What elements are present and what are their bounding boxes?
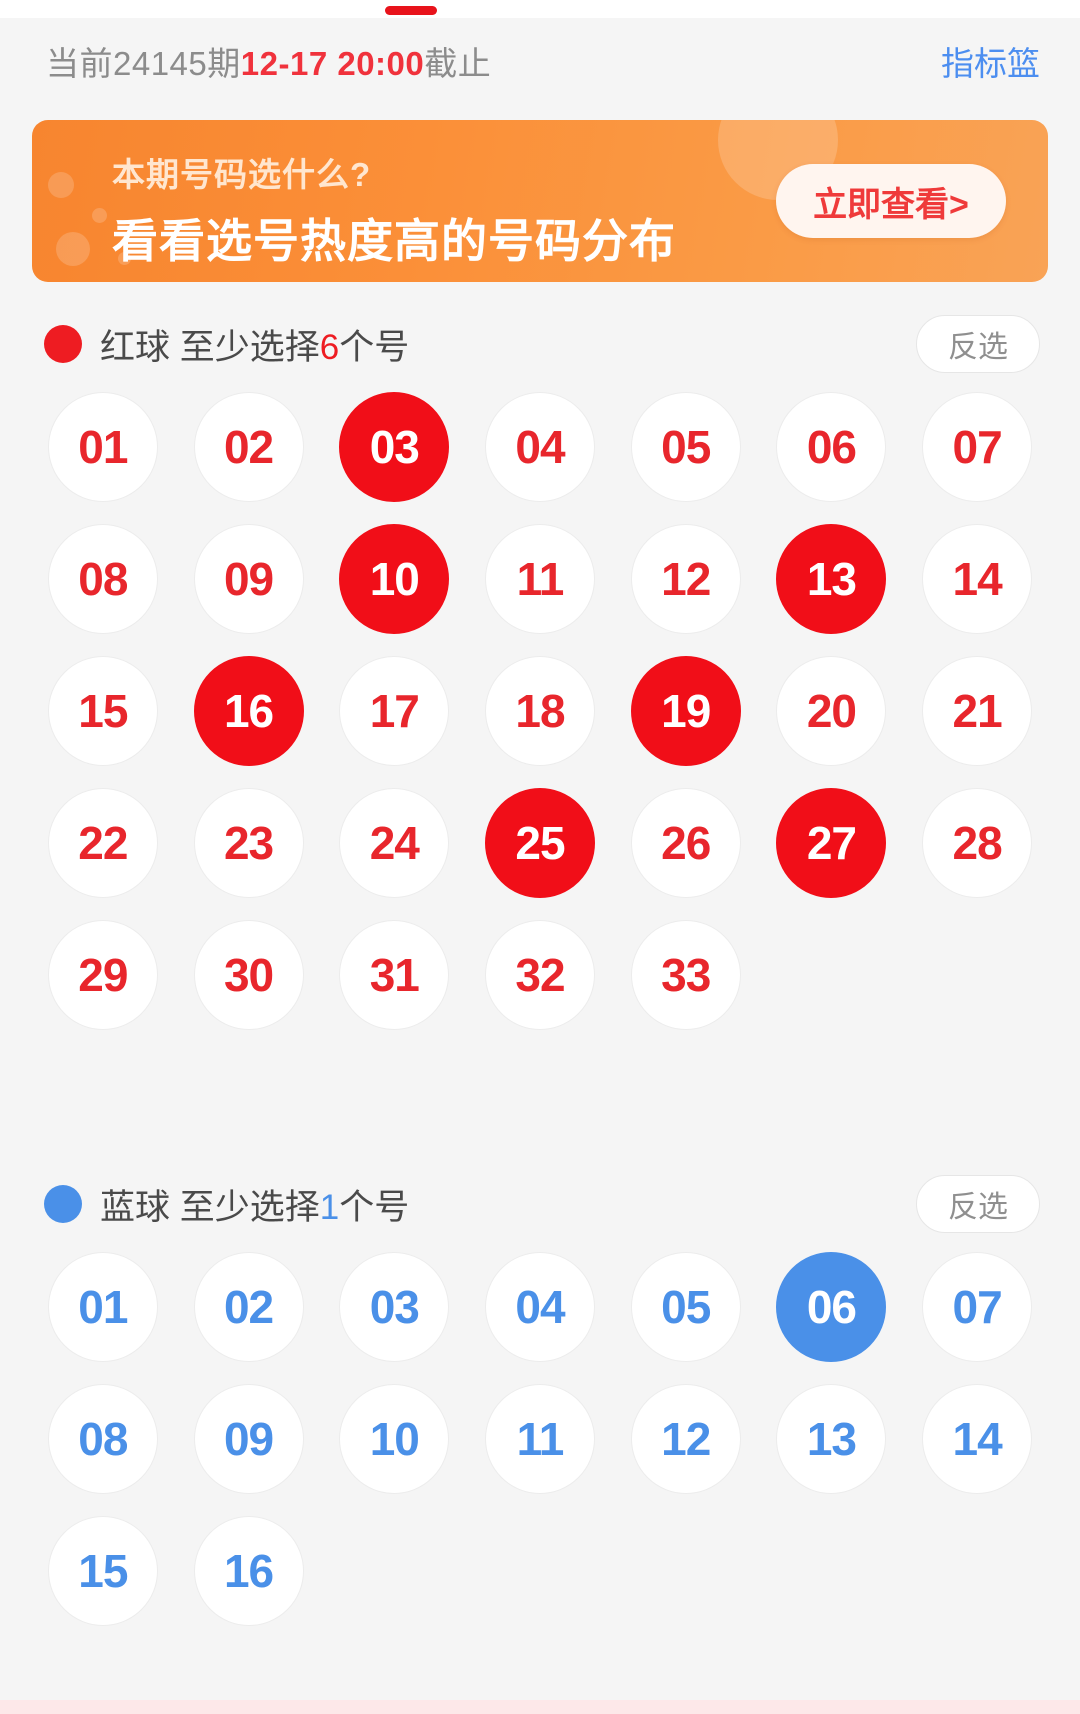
red-invert-label: 反选 [948,331,1008,364]
red-ball-06[interactable]: 06 [776,392,887,502]
red-ball-11[interactable]: 11 [484,524,595,634]
promo-banner-title: 看看选号热度高的号码分布 [112,215,676,267]
blue-title-suffix: 个号 [339,1187,410,1227]
red-ball-12[interactable]: 12 [630,524,741,634]
blue-ball-11[interactable]: 11 [484,1384,595,1494]
red-ball-21[interactable]: 21 [922,656,1033,766]
blue-min-count: 1 [319,1187,340,1227]
blue-ball-09[interactable]: 09 [193,1384,304,1494]
red-ball-23[interactable]: 23 [193,788,304,898]
indicator-basket-link[interactable]: 指标篮 [941,37,1040,85]
red-ball-13[interactable]: 13 [776,524,887,634]
blue-ball-07[interactable]: 07 [922,1252,1033,1362]
period-prefix: 当前24145期 [46,45,241,82]
red-ball-15[interactable]: 15 [47,656,158,766]
red-ball-16[interactable]: 16 [193,656,304,766]
promo-banner-cta-label: 立即查看> [813,185,969,224]
promo-banner-cta-button[interactable]: 立即查看> [776,164,1006,238]
red-title-prefix: 红球 至少选择 [100,327,320,367]
red-title-suffix: 个号 [339,327,410,367]
blue-ball-12[interactable]: 12 [630,1384,741,1494]
blue-ball-04[interactable]: 04 [484,1252,595,1362]
blue-ball-13[interactable]: 13 [776,1384,887,1494]
red-ball-20[interactable]: 20 [776,656,887,766]
red-ball-01[interactable]: 01 [47,392,158,502]
promo-banner[interactable]: 本期号码选什么? 看看选号热度高的号码分布 立即查看> [32,120,1048,282]
red-min-count: 6 [319,327,340,367]
red-ball-32[interactable]: 32 [484,920,595,1030]
bottom-strip [0,1700,1080,1714]
red-invert-selection-button[interactable]: 反选 [916,315,1040,373]
period-suffix: 截止 [424,45,492,82]
red-ball-31[interactable]: 31 [339,920,450,1030]
red-ball-07[interactable]: 07 [922,392,1033,502]
active-tab-indicator [385,6,437,15]
promo-banner-text: 本期号码选什么? 看看选号热度高的号码分布 [112,148,676,271]
red-ball-19[interactable]: 19 [630,656,741,766]
red-ball-29[interactable]: 29 [47,920,158,1030]
red-ball-08[interactable]: 08 [47,524,158,634]
red-ball-grid: 01 02 03 04 05 06 07 08 09 10 11 12 13 14 15 16 17 18 19 20… [30,392,1050,1030]
red-section-title: 红球 至少选择6个号 [100,319,409,370]
red-ball-18[interactable]: 18 [484,656,595,766]
red-ball-05[interactable]: 05 [630,392,741,502]
decorative-bubble [56,232,90,266]
red-ball-04[interactable]: 04 [484,392,595,502]
blue-ball-grid: 01 02 03 04 05 06 07 08 09 10 11 12 13 14 15 16 [30,1252,1050,1626]
blue-ball-08[interactable]: 08 [47,1384,158,1494]
red-ball-28[interactable]: 28 [922,788,1033,898]
red-ball-26[interactable]: 26 [630,788,741,898]
top-strip [0,0,1080,18]
blue-ball-02[interactable]: 02 [193,1252,304,1362]
red-ball-14[interactable]: 14 [922,524,1033,634]
decorative-bubble [92,208,107,223]
blue-ball-05[interactable]: 05 [630,1252,741,1362]
deadline-time: 12-17 20:00 [240,45,425,82]
red-ball-03[interactable]: 03 [339,392,450,502]
lottery-number-picker-page: 当前24145期12-17 20:00截止 指标篮 本期号码选什么? 看看选号热… [0,0,1080,1714]
red-ball-09[interactable]: 09 [193,524,304,634]
blue-ball-06[interactable]: 06 [776,1252,887,1362]
blue-ball-15[interactable]: 15 [47,1516,158,1626]
promo-banner-subtitle: 本期号码选什么? [112,156,372,193]
blue-ball-14[interactable]: 14 [922,1384,1033,1494]
page-header: 当前24145期12-17 20:00截止 指标篮 [0,18,1080,104]
red-ball-10[interactable]: 10 [339,524,450,634]
blue-ball-01[interactable]: 01 [47,1252,158,1362]
blue-ball-16[interactable]: 16 [193,1516,304,1626]
red-ball-22[interactable]: 22 [47,788,158,898]
red-ball-17[interactable]: 17 [339,656,450,766]
blue-invert-selection-button[interactable]: 反选 [916,1175,1040,1233]
blue-section-header: 蓝球 至少选择1个号 反选 [0,1168,1080,1240]
red-ball-dot-icon [44,325,82,363]
decorative-bubble [48,172,74,198]
blue-section-title: 蓝球 至少选择1个号 [100,1179,409,1230]
red-ball-25[interactable]: 25 [484,788,595,898]
blue-ball-dot-icon [44,1185,82,1223]
period-deadline-text: 当前24145期12-17 20:00截止 [46,37,491,85]
red-ball-33[interactable]: 33 [630,920,741,1030]
red-ball-27[interactable]: 27 [776,788,887,898]
red-ball-30[interactable]: 30 [193,920,304,1030]
blue-ball-03[interactable]: 03 [339,1252,450,1362]
blue-ball-10[interactable]: 10 [339,1384,450,1494]
red-section-header: 红球 至少选择6个号 反选 [0,308,1080,380]
blue-invert-label: 反选 [948,1191,1008,1224]
red-ball-24[interactable]: 24 [339,788,450,898]
red-ball-02[interactable]: 02 [193,392,304,502]
blue-title-prefix: 蓝球 至少选择 [100,1187,320,1227]
